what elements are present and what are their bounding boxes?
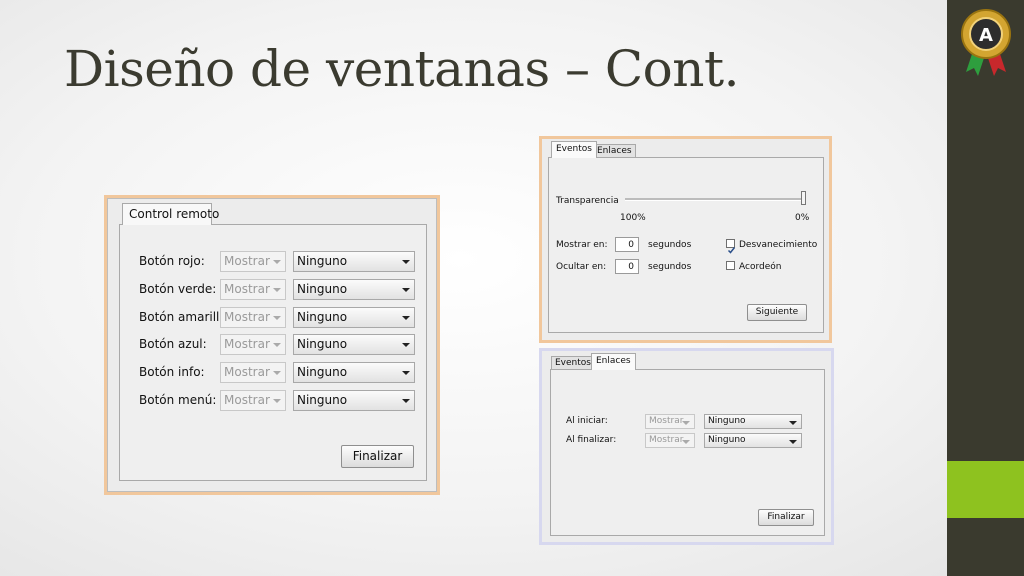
ninguno-value: Ninguno bbox=[297, 393, 348, 407]
chevron-down-icon bbox=[273, 316, 281, 320]
mostrar-en-label: Mostrar en: bbox=[556, 240, 608, 250]
tab-control-remoto[interactable]: Control remoto bbox=[122, 203, 219, 225]
chevron-down-icon bbox=[273, 260, 281, 264]
ocultar-en-label: Ocultar en: bbox=[556, 262, 607, 272]
row-label: Al iniciar: bbox=[566, 416, 608, 426]
ninguno-dropdown[interactable]: Ninguno bbox=[293, 362, 415, 383]
acordeon-label: Acordeón bbox=[739, 262, 782, 272]
mostrar-value: Mostrar bbox=[224, 337, 270, 351]
transparencia-max-label: 0% bbox=[795, 213, 810, 223]
chevron-down-icon bbox=[402, 343, 410, 347]
mostrar-en-input[interactable]: 0 bbox=[615, 237, 639, 252]
chevron-down-icon bbox=[789, 440, 797, 444]
ninguno-dropdown[interactable]: Ninguno bbox=[293, 334, 415, 355]
mostrar-value: Mostrar bbox=[224, 393, 270, 407]
checkmark-icon bbox=[727, 247, 736, 254]
tab-enlaces[interactable]: Enlaces bbox=[593, 144, 636, 158]
ninguno-dropdown[interactable]: Ninguno bbox=[293, 279, 415, 300]
sidebar-accent bbox=[947, 461, 1024, 518]
chevron-down-icon bbox=[402, 399, 410, 403]
chevron-down-icon bbox=[402, 316, 410, 320]
chevron-down-icon bbox=[273, 343, 281, 347]
ninguno-value: Ninguno bbox=[297, 282, 348, 296]
ninguno-value: Ninguno bbox=[297, 310, 348, 324]
ocultar-en-input[interactable]: 0 bbox=[615, 259, 639, 274]
transparencia-min-label: 100% bbox=[620, 213, 646, 223]
ninguno-dropdown[interactable]: Ninguno bbox=[293, 251, 415, 272]
row-label: Botón rojo: bbox=[139, 254, 205, 268]
tab-eventos[interactable]: Eventos bbox=[551, 356, 595, 370]
mostrar-value: Mostrar bbox=[224, 254, 270, 268]
row-label: Botón menú: bbox=[139, 393, 217, 407]
mostrar-value: Mostrar bbox=[224, 310, 270, 324]
control-remoto-panel: Botón rojo: Mostrar Ninguno Botón verde: … bbox=[119, 224, 427, 481]
chevron-down-icon bbox=[682, 421, 690, 425]
ninguno-dropdown[interactable]: Ninguno bbox=[293, 390, 415, 411]
row-label: Botón info: bbox=[139, 365, 205, 379]
row-label: Al finalizar: bbox=[566, 435, 617, 445]
mostrar-dropdown[interactable]: Mostrar bbox=[645, 414, 695, 429]
acordeon-checkbox[interactable] bbox=[726, 261, 735, 270]
ninguno-dropdown[interactable]: Ninguno bbox=[704, 414, 802, 429]
ninguno-dropdown[interactable]: Ninguno bbox=[704, 433, 802, 448]
chevron-down-icon bbox=[789, 421, 797, 425]
mostrar-value: Mostrar bbox=[649, 416, 684, 426]
finalizar-button[interactable]: Finalizar bbox=[341, 445, 414, 468]
siguiente-button[interactable]: Siguiente bbox=[747, 304, 807, 321]
ninguno-value: Ninguno bbox=[297, 254, 348, 268]
mostrar-value: Mostrar bbox=[649, 435, 684, 445]
mostrar-dropdown[interactable]: Mostrar bbox=[220, 279, 286, 300]
eventos-panel: Transparencia 100% 0% Mostrar en: 0 segu… bbox=[548, 157, 824, 333]
enlaces-window: Eventos Enlaces Al iniciar: Mostrar Ning… bbox=[539, 348, 834, 545]
ninguno-value: Ninguno bbox=[708, 435, 746, 445]
mostrar-value: Mostrar bbox=[224, 365, 270, 379]
transparencia-slider-track[interactable] bbox=[625, 198, 806, 201]
chevron-down-icon bbox=[682, 440, 690, 444]
mostrar-dropdown[interactable]: Mostrar bbox=[220, 390, 286, 411]
chevron-down-icon bbox=[402, 260, 410, 264]
mostrar-dropdown[interactable]: Mostrar bbox=[220, 307, 286, 328]
mostrar-dropdown[interactable]: Mostrar bbox=[220, 362, 286, 383]
tab-enlaces[interactable]: Enlaces bbox=[591, 353, 636, 370]
finalizar-button[interactable]: Finalizar bbox=[758, 509, 814, 526]
desvanecimiento-checkbox[interactable] bbox=[726, 239, 736, 254]
transparencia-slider-thumb[interactable] bbox=[801, 191, 806, 205]
desvanecimiento-label: Desvanecimiento bbox=[739, 240, 818, 250]
transparencia-label: Transparencia bbox=[556, 196, 619, 206]
badge-logo: A bbox=[961, 9, 1011, 76]
ninguno-value: Ninguno bbox=[297, 337, 348, 351]
ocultar-en-unit: segundos bbox=[648, 262, 692, 272]
mostrar-dropdown[interactable]: Mostrar bbox=[220, 251, 286, 272]
slide-title: Diseño de ventanas – Cont. bbox=[64, 40, 739, 98]
chevron-down-icon bbox=[273, 399, 281, 403]
svg-text:A: A bbox=[979, 25, 993, 46]
row-label: Botón azul: bbox=[139, 337, 207, 351]
chevron-down-icon bbox=[273, 288, 281, 292]
tab-eventos[interactable]: Eventos bbox=[551, 141, 597, 158]
mostrar-dropdown[interactable]: Mostrar bbox=[220, 334, 286, 355]
enlaces-panel: Al iniciar: Mostrar Ninguno Al finalizar:… bbox=[550, 369, 825, 536]
control-remoto-window: Control remoto Botón rojo: Mostrar Ningu… bbox=[104, 195, 440, 495]
row-label: Botón amarillo: bbox=[139, 310, 231, 324]
chevron-down-icon bbox=[273, 371, 281, 375]
eventos-window: Eventos Enlaces Transparencia 100% 0% Mo… bbox=[539, 136, 832, 343]
mostrar-dropdown[interactable]: Mostrar bbox=[645, 433, 695, 448]
mostrar-en-unit: segundos bbox=[648, 240, 692, 250]
mostrar-value: Mostrar bbox=[224, 282, 270, 296]
ninguno-dropdown[interactable]: Ninguno bbox=[293, 307, 415, 328]
row-label: Botón verde: bbox=[139, 282, 217, 296]
ninguno-value: Ninguno bbox=[297, 365, 348, 379]
chevron-down-icon bbox=[402, 288, 410, 292]
ninguno-value: Ninguno bbox=[708, 416, 746, 426]
chevron-down-icon bbox=[402, 371, 410, 375]
